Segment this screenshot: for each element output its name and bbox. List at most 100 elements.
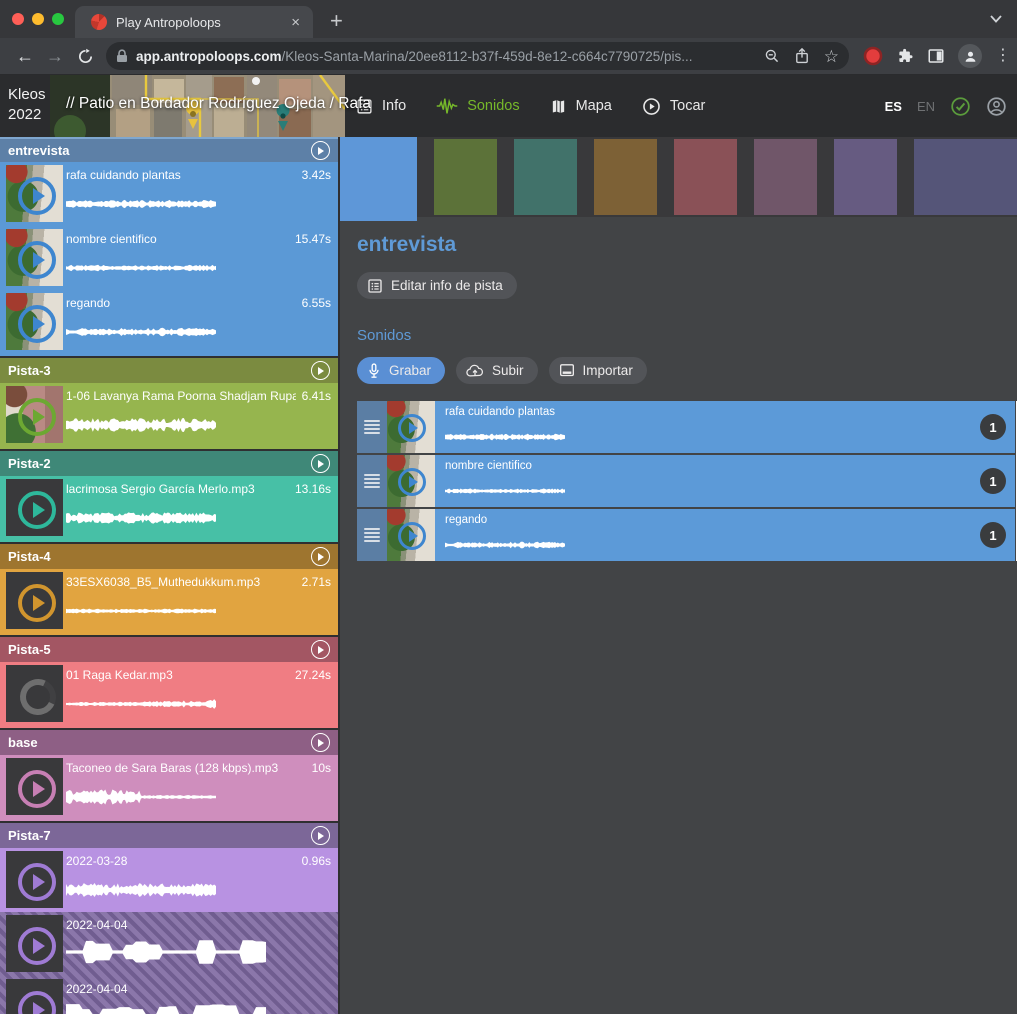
- play-icon[interactable]: [18, 398, 56, 436]
- track-tile-pista-3[interactable]: [434, 139, 497, 215]
- track-tile-pista-4[interactable]: [594, 139, 657, 215]
- play-track-icon[interactable]: [311, 454, 330, 473]
- drag-handle[interactable]: [357, 401, 387, 453]
- track-header[interactable]: Pista-3: [0, 358, 338, 383]
- play-track-icon[interactable]: [311, 640, 330, 659]
- track-header[interactable]: entrevista: [0, 137, 338, 162]
- sound-thumbnail[interactable]: [387, 401, 435, 453]
- sound-row[interactable]: 33ESX6038_B5_Muthedukkum.mp32.71s: [0, 569, 338, 633]
- track-tile-pista-5[interactable]: [674, 139, 737, 215]
- play-icon[interactable]: [18, 991, 56, 1014]
- upload-button[interactable]: Subir: [456, 357, 538, 384]
- sound-thumbnail[interactable]: [387, 509, 435, 561]
- forward-button[interactable]: →: [40, 46, 70, 67]
- sound-thumbnail[interactable]: [387, 455, 435, 507]
- sound-thumbnail[interactable]: [6, 572, 63, 629]
- play-track-icon[interactable]: [311, 141, 330, 160]
- sound-row[interactable]: 2022-04-04: [0, 912, 338, 976]
- play-icon[interactable]: [18, 177, 56, 215]
- sound-thumbnail[interactable]: [6, 165, 63, 222]
- app-logo[interactable]: Kleos 2022: [8, 85, 46, 126]
- sound-row[interactable]: 1-06 Lavanya Rama Poorna Shadjam Rupak..…: [0, 383, 338, 447]
- track-header[interactable]: Pista-5: [0, 637, 338, 662]
- address-bar[interactable]: app.antropoloops.com/Kleos-Santa-Marina/…: [106, 42, 849, 70]
- account-icon[interactable]: [986, 96, 1007, 117]
- side-panel-icon[interactable]: [927, 47, 945, 65]
- play-icon[interactable]: [18, 305, 56, 343]
- lang-es-button[interactable]: ES: [885, 99, 902, 114]
- minimize-window-button[interactable]: [32, 13, 44, 25]
- extensions-puzzle-icon[interactable]: [896, 47, 914, 65]
- sound-row[interactable]: 01 Raga Kedar.mp327.24s: [0, 662, 338, 726]
- track-header[interactable]: Pista-2: [0, 451, 338, 476]
- tab-mapa[interactable]: Mapa: [550, 98, 612, 115]
- drag-handle[interactable]: [357, 509, 387, 561]
- sound-thumbnail[interactable]: [6, 851, 63, 908]
- play-track-icon[interactable]: [311, 361, 330, 380]
- sound-list-row[interactable]: regando 1: [357, 509, 1015, 561]
- tab-tocar[interactable]: Tocar: [642, 97, 705, 116]
- play-icon[interactable]: [18, 863, 56, 901]
- play-icon[interactable]: [18, 241, 56, 279]
- back-button[interactable]: ←: [10, 46, 40, 67]
- sound-thumbnail[interactable]: [6, 915, 63, 972]
- sound-list-row[interactable]: rafa cuidando plantas 1: [357, 401, 1015, 453]
- import-button[interactable]: Importar: [549, 357, 647, 384]
- sound-row[interactable]: nombre cientifico15.47s: [0, 226, 338, 290]
- sound-thumbnail[interactable]: [6, 293, 63, 350]
- track-tile-base[interactable]: [754, 139, 817, 215]
- play-icon[interactable]: [18, 770, 56, 808]
- sound-row[interactable]: regando6.55s: [0, 290, 338, 354]
- close-window-button[interactable]: [12, 13, 24, 25]
- sound-thumbnail[interactable]: [6, 758, 63, 815]
- sound-list-row[interactable]: nombre cientifico 1: [357, 455, 1015, 507]
- sound-row[interactable]: lacrimosa Sergio García Merlo.mp313.16s: [0, 476, 338, 540]
- play-track-icon[interactable]: [311, 547, 330, 566]
- drag-handle[interactable]: [357, 455, 387, 507]
- track-header[interactable]: base: [0, 730, 338, 755]
- lang-en-button[interactable]: EN: [917, 99, 935, 114]
- sound-row[interactable]: 2022-04-04: [0, 976, 338, 1014]
- play-icon[interactable]: [18, 927, 56, 965]
- reload-button[interactable]: [70, 48, 100, 65]
- record-extension-icon[interactable]: [863, 46, 883, 66]
- play-icon[interactable]: [18, 491, 56, 529]
- breadcrumb[interactable]: // Patio en Bordador Rodríguez Ojeda / R…: [66, 95, 371, 113]
- play-icon[interactable]: [398, 468, 426, 496]
- browser-menu-kebab-icon[interactable]: ⋮: [995, 48, 1005, 64]
- tab-sonidos[interactable]: Sonidos: [436, 97, 519, 115]
- sound-row[interactable]: rafa cuidando plantas3.42s: [0, 162, 338, 226]
- sound-row[interactable]: Taconeo de Sara Baras (128 kbps).mp310s: [0, 755, 338, 819]
- tab-list-chevron-icon[interactable]: [989, 14, 1003, 24]
- edit-track-info-button[interactable]: Editar info de pista: [357, 272, 517, 299]
- bookmark-star-icon[interactable]: ☆: [824, 48, 839, 65]
- sound-row[interactable]: 2022-03-280.96s: [0, 848, 338, 912]
- zoom-out-page-icon[interactable]: [764, 48, 780, 64]
- play-track-icon[interactable]: [311, 826, 330, 845]
- browser-profile-avatar[interactable]: [958, 44, 982, 68]
- tab-close-icon[interactable]: ×: [288, 14, 303, 31]
- play-icon[interactable]: [398, 414, 426, 442]
- browser-tab[interactable]: Play Antropoloops ×: [75, 6, 313, 38]
- play-track-icon[interactable]: [311, 733, 330, 752]
- share-icon[interactable]: [794, 47, 810, 65]
- record-button[interactable]: Grabar: [357, 357, 445, 384]
- track-header[interactable]: Pista-4: [0, 544, 338, 569]
- sound-duration: 27.24s: [295, 668, 331, 682]
- saved-check-icon[interactable]: [950, 96, 971, 117]
- track-tile-pista-7[interactable]: [834, 139, 897, 215]
- zoom-window-button[interactable]: [52, 13, 64, 25]
- new-tab-button[interactable]: +: [330, 8, 343, 34]
- track-tile-entrevista[interactable]: [340, 137, 417, 221]
- sound-thumbnail[interactable]: [6, 479, 63, 536]
- sound-thumbnail[interactable]: [6, 665, 63, 722]
- waveform: [66, 689, 216, 719]
- track-header[interactable]: Pista-7: [0, 823, 338, 848]
- sound-thumbnail[interactable]: [6, 386, 63, 443]
- sound-thumbnail[interactable]: [6, 229, 63, 286]
- track-tile-pista-2[interactable]: [514, 139, 577, 215]
- play-icon[interactable]: [398, 522, 426, 550]
- track-tile-8[interactable]: [914, 139, 1017, 215]
- play-icon[interactable]: [18, 584, 56, 622]
- sound-thumbnail[interactable]: [6, 979, 63, 1014]
